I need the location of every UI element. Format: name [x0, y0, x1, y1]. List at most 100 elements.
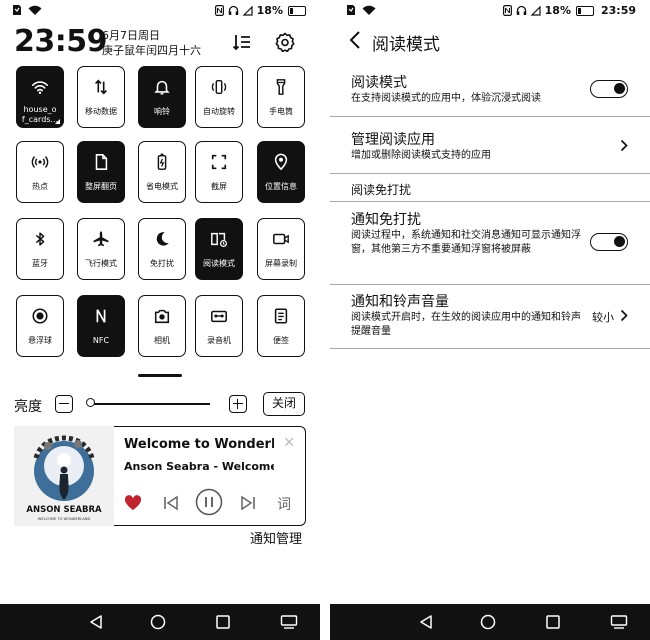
- tile-notes[interactable]: 便签: [257, 295, 305, 357]
- tile-bluetooth[interactable]: 蓝牙: [16, 218, 64, 280]
- album-art-subtitle: WELCOME TO WONDERLAND: [38, 517, 91, 521]
- battery-icon: [575, 5, 594, 16]
- tile-label: 蓝牙: [32, 259, 48, 268]
- headset-icon: [516, 5, 526, 15]
- tile-auto-rotate[interactable]: 自动旋转: [195, 66, 243, 128]
- flashlight-icon: [276, 79, 286, 95]
- manage-apps-row-title[interactable]: 管理阅读应用: [351, 129, 435, 149]
- tile-camera[interactable]: 相机: [138, 295, 186, 357]
- tile-label: 便签: [273, 336, 289, 345]
- date-text: 6月7日周日: [102, 29, 160, 42]
- brightness-decrease-button[interactable]: [55, 395, 73, 413]
- home-nav-icon[interactable]: [480, 614, 496, 630]
- close-button[interactable]: 关闭: [263, 392, 305, 416]
- tile-more-indicator: [55, 119, 60, 124]
- divider: [330, 173, 650, 174]
- nfc-icon: [96, 309, 106, 323]
- tile-label: NFC: [92, 336, 110, 345]
- tile-screenshot[interactable]: 截屏: [195, 141, 243, 203]
- song-artist: Anson Seabra - Welcome t...: [124, 460, 274, 473]
- tile-label: 省电模式: [146, 182, 178, 191]
- tile-full-page-turn[interactable]: 整屏翻页: [77, 141, 125, 203]
- edit-tiles-icon[interactable]: [232, 32, 252, 52]
- camera-icon: [154, 309, 170, 324]
- close-icon[interactable]: ✕: [283, 435, 295, 451]
- drag-handle[interactable]: [138, 374, 182, 377]
- hotspot-icon: [31, 156, 49, 168]
- back-arrow-icon[interactable]: [348, 30, 362, 50]
- tile-reading-mode[interactable]: 阅读模式: [195, 218, 243, 280]
- tile-mobile-data[interactable]: 移动数据: [77, 66, 125, 128]
- airplane-icon: [93, 231, 109, 247]
- tile-flashlight[interactable]: 手电筒: [257, 66, 305, 128]
- chevron-right-icon[interactable]: [620, 139, 628, 152]
- tile-nfc[interactable]: NFC: [77, 295, 125, 357]
- keyboard-nav-icon[interactable]: [610, 614, 628, 630]
- tile-power-saving[interactable]: 省电模式: [138, 141, 186, 203]
- notes-icon: [274, 308, 288, 324]
- volume-value: 较小: [592, 311, 614, 324]
- tile-screen-record[interactable]: 屏幕录制: [257, 218, 305, 280]
- reading-mode-switch[interactable]: [590, 80, 628, 98]
- lyrics-button[interactable]: 词: [277, 494, 291, 514]
- notification-dnd-switch[interactable]: [590, 233, 628, 251]
- album-art[interactable]: ANSON SEABRA WELCOME TO WONDERLAND: [14, 426, 114, 526]
- previous-track-icon[interactable]: [162, 494, 180, 512]
- tile-label: 飞行模式: [85, 259, 117, 268]
- chevron-right-icon[interactable]: [620, 309, 628, 322]
- song-title: Welcome to Wonderla...: [124, 437, 274, 452]
- tile-float-ball[interactable]: 悬浮球: [16, 295, 64, 357]
- divider: [330, 201, 650, 202]
- tile-label: 响铃: [154, 107, 170, 116]
- next-track-icon[interactable]: [239, 494, 257, 512]
- recents-nav-icon[interactable]: [215, 614, 231, 630]
- tile-wifi[interactable]: house_o f_cards...: [16, 66, 64, 128]
- divider: [330, 284, 650, 285]
- brightness-label: 亮度: [14, 399, 42, 415]
- screenshot-icon: [211, 154, 227, 170]
- rotate-icon: [211, 79, 227, 95]
- tile-label: 免打扰: [150, 259, 174, 268]
- brightness-slider-track[interactable]: [90, 403, 210, 405]
- lunar-date-text: 庚子鼠年闰四月十六: [102, 44, 201, 57]
- battery-percent: 18%: [544, 4, 571, 17]
- bluetooth-icon: [35, 232, 45, 246]
- recorder-icon: [211, 310, 227, 323]
- settings-gear-icon[interactable]: [275, 32, 295, 52]
- notification-icon: [347, 5, 355, 15]
- notification-management-link[interactable]: 通知管理: [250, 528, 302, 547]
- music-player-card[interactable]: Welcome to Wonderla... Anson Seabra - We…: [114, 426, 306, 526]
- nfc-status-icon: [214, 5, 224, 16]
- heart-icon[interactable]: [124, 495, 142, 511]
- tile-recorder[interactable]: 录音机: [195, 295, 243, 357]
- tile-do-not-disturb[interactable]: 免打扰: [138, 218, 186, 280]
- tile-label: 录音机: [207, 336, 231, 345]
- brightness-increase-button[interactable]: [229, 395, 247, 413]
- notification-dnd-row-title[interactable]: 通知免打扰: [351, 209, 421, 229]
- pause-icon[interactable]: [195, 488, 223, 516]
- page-icon: [95, 154, 108, 170]
- brightness-slider-knob[interactable]: [86, 398, 95, 407]
- back-nav-icon[interactable]: [88, 614, 104, 630]
- battery-saver-icon: [157, 153, 167, 170]
- tile-location[interactable]: 位置信息: [257, 141, 305, 203]
- keyboard-nav-icon[interactable]: [280, 614, 298, 630]
- reading-mode-row-title[interactable]: 阅读模式: [351, 72, 407, 92]
- status-bar: 18%: [0, 0, 320, 22]
- reading-mode-icon: [211, 232, 228, 248]
- home-nav-icon[interactable]: [150, 614, 166, 630]
- recents-nav-icon[interactable]: [545, 614, 561, 630]
- notification-volume-row-title[interactable]: 通知和铃声音量: [351, 291, 449, 311]
- navigation-bar: [0, 604, 320, 640]
- tile-label: 位置信息: [265, 182, 297, 191]
- bell-icon: [154, 80, 170, 95]
- screen-record-icon: [273, 233, 289, 245]
- reading-mode-row-desc: 在支持阅读模式的应用中，体验沉浸式阅读: [351, 93, 541, 104]
- tile-airplane[interactable]: 飞行模式: [77, 218, 125, 280]
- tile-ringer[interactable]: 响铃: [138, 66, 186, 128]
- tile-hotspot[interactable]: 热点: [16, 141, 64, 203]
- tile-label: 屏幕录制: [265, 259, 297, 268]
- back-nav-icon[interactable]: [418, 614, 434, 630]
- album-art-title: ANSON SEABRA: [26, 505, 102, 515]
- notification-dnd-row-desc: 阅读过程中，系统通知和社交消息通知可显示通知浮窗，其他第三方不重要通知浮窗将被屏…: [351, 230, 581, 255]
